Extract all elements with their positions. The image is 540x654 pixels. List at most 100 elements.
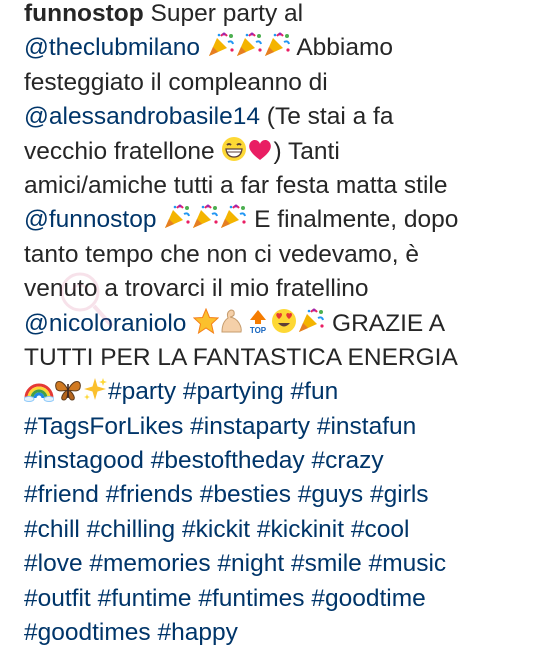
hashtag-link[interactable]: #night — [217, 550, 284, 577]
caption-text — [157, 206, 164, 233]
caption-line: #friend #friends #besties #guys #girls — [24, 478, 536, 512]
party-popper-icon — [191, 204, 219, 240]
caption-text: festeggiato il compleanno di — [24, 68, 328, 96]
hashtag-link[interactable]: #bestoftheday — [151, 447, 305, 474]
mention-link[interactable]: @funnostop — [24, 206, 157, 233]
caption-text: venuto a trovarci il mio fratellino — [24, 275, 369, 303]
post-caption: funnostop Super party al @theclubmilano A… — [23, 0, 536, 650]
hashtag-link[interactable]: #fun — [291, 378, 339, 405]
hashtag-link[interactable]: #memories — [89, 550, 210, 577]
caption-text: vecchio fratellone — [24, 137, 222, 165]
hashtag-link[interactable]: #crazy — [311, 447, 383, 474]
caption-text — [186, 310, 193, 337]
caption-line: vecchio fratellone ) Tanti — [24, 135, 536, 169]
caption-line: festeggiato il compleanno di — [24, 66, 536, 100]
caption-text: amici/amiche tutti a far festa matta sti… — [24, 171, 448, 199]
hashtag-link[interactable]: #chilling — [87, 516, 176, 543]
caption-text — [362, 550, 369, 577]
party-popper-icon — [235, 32, 263, 68]
caption-text — [284, 550, 291, 577]
caption-text — [363, 481, 370, 508]
hashtag-link[interactable]: #partying — [183, 378, 284, 405]
hashtag-link[interactable]: #instafun — [317, 413, 416, 440]
caption-line: #TagsForLikes #instaparty #instafun — [24, 410, 536, 444]
caption-text: ) Tanti — [273, 137, 340, 165]
caption-line: #party #partying #fun — [23, 375, 536, 412]
heart-icon — [247, 138, 273, 172]
caption-text — [91, 585, 98, 612]
username-link[interactable]: funnostop — [24, 0, 144, 27]
sparkle-icon — [82, 376, 108, 412]
hashtag-link[interactable]: #guys — [298, 481, 363, 508]
hashtag-link[interactable]: #goodtime — [311, 585, 425, 612]
hashtag-link[interactable]: #outfit — [24, 585, 91, 612]
caption-text: (Te stai a fa — [260, 103, 394, 131]
top-arrow-icon: TOP — [245, 308, 271, 344]
caption-line: #chill #chilling #kickit #kickinit #cool — [24, 513, 536, 547]
rainbow-icon — [23, 378, 55, 412]
party-popper-icon — [207, 32, 235, 68]
caption-line: #love #memories #night #smile #music — [24, 547, 536, 581]
caption-text — [310, 413, 317, 440]
caption-text — [200, 34, 207, 61]
caption-text — [193, 481, 200, 508]
party-popper-icon — [297, 308, 325, 344]
caption-text — [344, 516, 351, 543]
hashtag-link[interactable]: #chill — [24, 516, 80, 543]
hashtag-link[interactable]: #instagood — [24, 447, 144, 474]
caption-text — [176, 378, 183, 405]
mention-link[interactable]: @alessandrobasile14 — [24, 103, 260, 130]
caption-text: GRAZIE A — [325, 309, 446, 337]
hashtag-link[interactable]: #kickit — [182, 516, 250, 543]
caption-line: #instagood #bestoftheday #crazy — [24, 444, 536, 478]
hashtag-link[interactable]: #instaparty — [190, 413, 310, 440]
hashtag-link[interactable]: #girls — [370, 481, 429, 508]
caption-text — [250, 516, 257, 543]
hashtag-link[interactable]: #kickinit — [257, 516, 344, 543]
mention-link[interactable]: @nicoloraniolo — [24, 310, 186, 337]
hashtag-link[interactable]: #goodtimes — [24, 619, 151, 646]
caption-text — [291, 481, 298, 508]
caption-line: tanto tempo che non ci vedevamo, è — [24, 238, 536, 272]
caption-line: #outfit #funtime #funtimes #goodtime — [24, 582, 536, 616]
hashtag-link[interactable]: #party — [108, 378, 176, 405]
svg-text:TOP: TOP — [250, 326, 267, 334]
hashtag-link[interactable]: #TagsForLikes — [24, 413, 183, 440]
grinning-face-icon — [221, 136, 247, 172]
caption-text: Super party al — [143, 0, 304, 27]
party-popper-icon — [263, 32, 291, 68]
caption-line: amici/amiche tutti a far festa matta sti… — [24, 169, 536, 203]
caption-line: @alessandrobasile14 (Te stai a fa — [24, 100, 536, 134]
caption-line: @nicoloraniolo TOP GRAZIE A — [24, 307, 536, 341]
caption-line: venuto a trovarci il mio fratellino — [24, 272, 536, 306]
hashtag-link[interactable]: #besties — [200, 481, 291, 508]
star-icon — [193, 307, 220, 344]
caption-text — [144, 447, 151, 474]
hashtag-link[interactable]: #funtime — [98, 585, 192, 612]
caption-text — [99, 481, 106, 508]
hashtag-link[interactable]: #happy — [157, 619, 237, 646]
caption-text: tanto tempo che non ci vedevamo, è — [24, 240, 419, 268]
flexed-biceps-icon — [219, 308, 245, 344]
caption-text: E finalmente, dopo — [247, 206, 459, 234]
caption-text: TUTTI PER LA FANTASTICA ENERGIA — [24, 343, 458, 371]
hashtag-link[interactable]: #cool — [351, 516, 410, 543]
caption-line: #goodtimes #happy — [24, 616, 536, 650]
caption-text — [175, 516, 182, 543]
party-popper-icon — [219, 204, 247, 240]
caption-line: TUTTI PER LA FANTASTICA ENERGIA — [24, 341, 536, 375]
caption-line: @funnostop E finalmente, dopo — [24, 203, 536, 237]
party-popper-icon — [163, 204, 191, 240]
caption-text — [80, 516, 87, 543]
hashtag-link[interactable]: #smile — [291, 550, 362, 577]
hashtag-link[interactable]: #funtimes — [198, 585, 304, 612]
mention-link[interactable]: @theclubmilano — [24, 34, 200, 61]
butterfly-icon — [54, 378, 82, 412]
hashtag-link[interactable]: #friend — [24, 481, 99, 508]
caption-text — [284, 378, 291, 405]
heart-eyes-icon — [271, 308, 297, 344]
hashtag-link[interactable]: #love — [24, 550, 83, 577]
caption-text: Abbiamo — [290, 34, 394, 62]
hashtag-link[interactable]: #music — [369, 550, 447, 577]
hashtag-link[interactable]: #friends — [106, 481, 193, 508]
